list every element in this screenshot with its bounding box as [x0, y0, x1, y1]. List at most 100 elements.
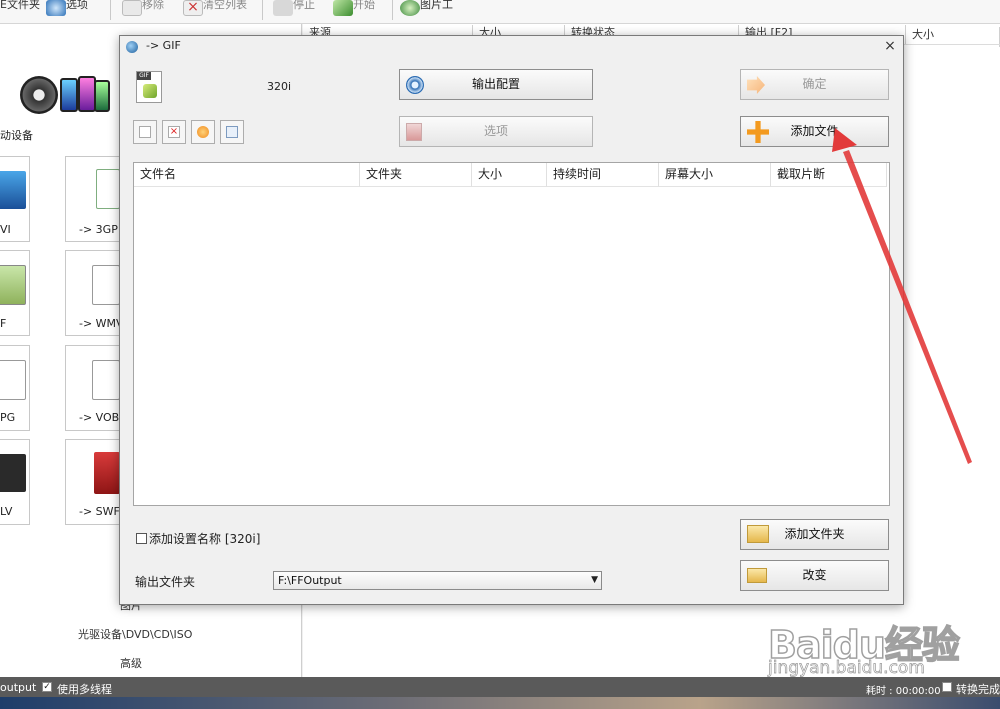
format-tile-vob[interactable]: -> VOB: [65, 345, 121, 431]
format-tile-avi[interactable]: VI: [0, 156, 30, 242]
multithread-label: 使用多线程: [57, 683, 112, 696]
clear-list-icon: ×: [183, 0, 203, 16]
after-convert-label: 转换完成: [956, 683, 1000, 696]
delete-profile-button[interactable]: ×: [162, 120, 186, 144]
format-label: -> 3GP: [79, 223, 118, 236]
profile-name: 320i: [267, 80, 292, 93]
confirm-button[interactable]: 确定: [740, 69, 889, 100]
toolbar-divider: [110, 0, 111, 20]
start-icon: [333, 0, 353, 16]
format-label: VI: [0, 223, 11, 236]
column-header-size[interactable]: 大小: [472, 163, 547, 187]
vob-icon: [92, 360, 120, 400]
toolbar-image-tool-button[interactable]: 图片工: [400, 0, 453, 16]
format-tile-flv[interactable]: LV: [0, 439, 30, 525]
column-header-label: 大小: [478, 167, 503, 181]
toolbar-divider: [392, 0, 393, 20]
folder-open-icon: [747, 568, 767, 583]
toolbar-clear-label: 清空列表: [203, 0, 247, 11]
options-icon: [46, 0, 66, 16]
column-header-label: 截取片断: [777, 167, 826, 181]
info-button[interactable]: [220, 120, 244, 144]
flash-icon: [94, 452, 120, 494]
format-tile-mpeg[interactable]: PG: [0, 345, 30, 431]
multithread-checkbox[interactable]: ✓: [42, 682, 52, 692]
remove-icon: [122, 0, 142, 16]
format-label: F: [0, 317, 7, 330]
format-label: PG: [0, 411, 16, 424]
column-header-label: 屏幕大小: [665, 167, 714, 181]
mobile-devices-label: 动设备: [0, 129, 33, 142]
column-header-clip[interactable]: 截取片断: [771, 163, 887, 187]
output-config-label: 输出配置: [471, 77, 520, 91]
format-tile-swf[interactable]: -> SWF: [65, 439, 121, 525]
play-preview-button[interactable]: [191, 120, 215, 144]
toolbar-stop-button[interactable]: 停止: [273, 0, 315, 16]
add-folder-button[interactable]: 添加文件夹: [740, 519, 889, 550]
main-toolbar: E文件夹 选项 移除 × 清空列表 停止 开始 图片工: [0, 0, 1000, 24]
column-header-filename[interactable]: 文件名: [134, 163, 360, 187]
output-folder-label: 输出文件夹: [135, 575, 196, 589]
output-folder-value: F:\FFOutput: [278, 574, 342, 587]
change-folder-button[interactable]: 改变: [740, 560, 889, 591]
stop-icon: [273, 0, 293, 16]
toolbar-remove-label: 移除: [142, 0, 164, 11]
elapsed-time: 耗时 : 00:00:00: [866, 686, 941, 697]
format-label: -> SWF: [79, 505, 120, 518]
gif-format-icon: GIF: [136, 71, 162, 103]
format-tile-gif[interactable]: F: [0, 250, 30, 336]
chevron-down-icon: ▼: [591, 575, 598, 585]
wmv-icon: [92, 265, 120, 305]
column-header-screen-size[interactable]: 屏幕大小: [659, 163, 771, 187]
play-icon: [197, 126, 209, 138]
format-label: -> VOB: [79, 411, 120, 424]
delete-icon: ×: [168, 126, 180, 138]
output-config-button[interactable]: 输出配置: [399, 69, 593, 100]
toolbar-remove-button[interactable]: 移除: [122, 0, 164, 16]
format-tile-wmv[interactable]: -> WMV: [65, 250, 124, 336]
gif-icon: [0, 265, 26, 305]
new-file-icon: [139, 126, 151, 138]
dialog-title: -> GIF: [146, 39, 181, 52]
toolbar-start-label: 开始: [353, 0, 375, 11]
options-button[interactable]: 选项: [399, 116, 593, 147]
close-icon[interactable]: ×: [880, 37, 900, 55]
add-file-button[interactable]: 添加文件: [740, 116, 889, 147]
add-setting-name-checkbox[interactable]: [136, 533, 147, 544]
file-list-table[interactable]: 文件名 文件夹 大小 持续时间 屏幕大小 截取片断: [133, 162, 890, 506]
toolbar-clear-button[interactable]: × 清空列表: [183, 0, 247, 16]
magnifier-icon: [400, 0, 420, 16]
output-status-text: output: [0, 681, 37, 694]
options-icon: [406, 123, 422, 141]
category-optical-drive[interactable]: 光驱设备\DVD\CD\ISO: [78, 626, 192, 642]
format-tile-3gp[interactable]: -> 3GP: [65, 156, 121, 242]
toolbar-image-tool-label: 图片工: [420, 0, 453, 11]
list-header-label: 大小: [912, 28, 934, 41]
column-header-label: 文件名: [140, 167, 177, 181]
clapboard-icon: [0, 454, 26, 492]
toolbar-start-button[interactable]: 开始: [333, 0, 375, 16]
toolbar-options-label: 选项: [66, 0, 88, 11]
after-convert-checkbox[interactable]: [942, 682, 952, 692]
toolbar-folder-button[interactable]: E文件夹: [0, 0, 40, 16]
avi-icon: [0, 171, 26, 209]
options-label: 选项: [483, 124, 508, 138]
new-profile-button[interactable]: [133, 120, 157, 144]
column-header-duration[interactable]: 持续时间: [547, 163, 659, 187]
column-header-label: 文件夹: [366, 167, 403, 181]
gear-icon: [406, 76, 424, 94]
output-folder-select[interactable]: F:\FFOutput ▼: [273, 571, 602, 590]
format-label: LV: [0, 505, 13, 518]
gif-output-dialog: -> GIF × GIF 320i × 输出配置 确定 选项 添加文件 文件名 …: [119, 35, 904, 605]
mpeg-icon: [0, 360, 26, 400]
taskbar: [0, 697, 1000, 709]
category-advanced[interactable]: 高级: [120, 655, 142, 671]
status-bar: output ✓ 使用多线程 耗时 : 00:00:00 转换完成: [0, 677, 1000, 697]
column-header-label: 持续时间: [553, 167, 602, 181]
app-icon: [126, 41, 138, 53]
3gp-icon: [96, 169, 120, 209]
column-header-folder[interactable]: 文件夹: [360, 163, 472, 187]
format-label: -> WMV: [79, 317, 124, 330]
toolbar-options-button[interactable]: 选项: [46, 0, 88, 16]
add-setting-name-option[interactable]: 添加设置名称 [320i]: [136, 530, 260, 547]
